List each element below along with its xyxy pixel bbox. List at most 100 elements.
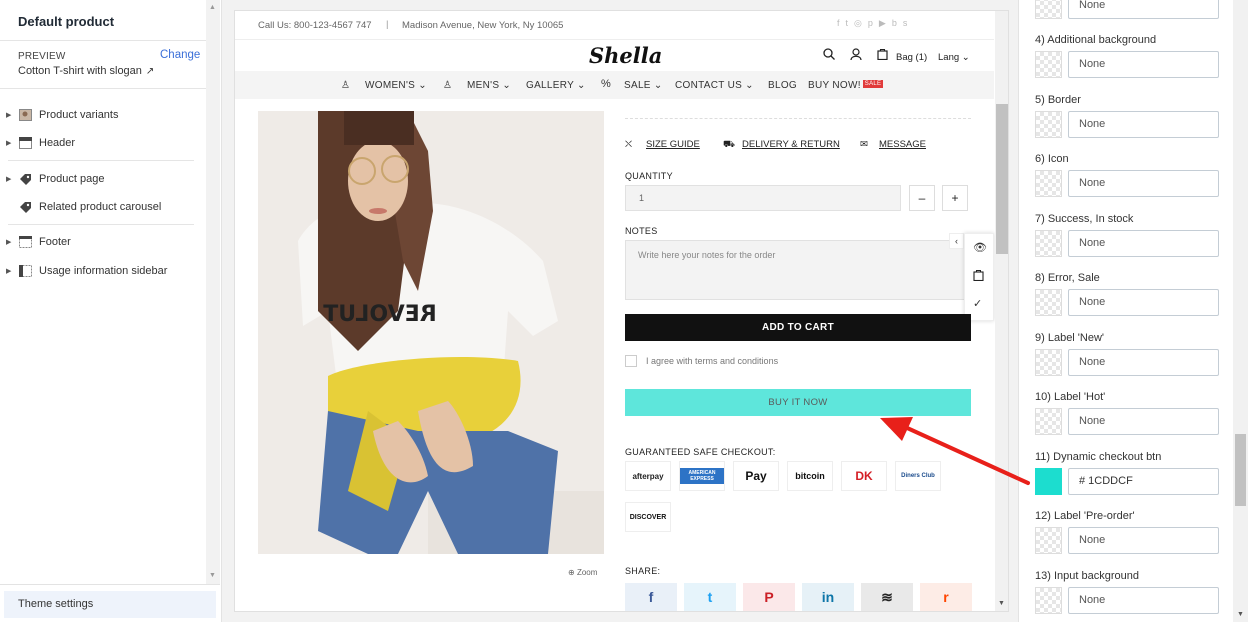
nav-item-contact-us[interactable]: CONTACT US ⌄ (675, 80, 754, 91)
sidebar-item-related-product-carousel[interactable]: Related product carousel (0, 197, 200, 217)
caret-right-icon[interactable]: ▶ (6, 139, 16, 147)
store-logo[interactable]: Shella (589, 43, 662, 68)
notes-textarea[interactable]: Write here your notes for the order (625, 240, 971, 300)
color-swatch[interactable] (1035, 111, 1062, 138)
terms-checkbox-row[interactable]: I agree with terms and conditions (625, 355, 778, 367)
share-twitter-button[interactable]: t (684, 583, 736, 611)
sidebar-item-product-variants[interactable]: ▶ Product variants (0, 105, 200, 125)
behance-icon[interactable]: b (892, 18, 897, 29)
color-swatch[interactable] (1035, 408, 1062, 435)
external-link-icon[interactable]: ↗ (146, 66, 154, 77)
nav-item-gallery[interactable]: GALLERY ⌄ (526, 80, 586, 91)
sidebar-item-header[interactable]: ▶ Header (0, 133, 200, 153)
quantity-minus-button[interactable]: – (909, 185, 935, 211)
sidebar-item-product-page[interactable]: ▶ Product page (0, 169, 200, 189)
setting-label: 6) Icon (1035, 153, 1069, 165)
quantity-label: QUANTITY (625, 171, 673, 181)
caret-right-icon[interactable]: ▶ (6, 238, 16, 246)
color-swatch[interactable] (1035, 349, 1062, 376)
nav-item-buy-now[interactable]: BUY NOW! SALE (808, 80, 884, 91)
nav-item-mens[interactable]: MEN'S ⌄ (467, 80, 511, 91)
twitter-icon[interactable]: t (846, 18, 849, 29)
color-input[interactable]: None (1068, 527, 1219, 554)
preview-scrollbar[interactable]: ▼ (995, 11, 1008, 611)
tag-icon (18, 173, 32, 185)
nav-item-blog[interactable]: BLOG (768, 80, 797, 91)
instagram-icon[interactable]: ◎ (854, 18, 862, 29)
preview-product-name: Cotton T-shirt with slogan (18, 65, 142, 77)
buy-it-now-button[interactable]: BUY IT NOW (625, 389, 971, 416)
chevron-left-icon[interactable]: ‹ (949, 233, 964, 249)
amex-icon-text: AMERICAN EXPRESS (680, 468, 724, 484)
bag-count[interactable]: Bag (1) (896, 52, 927, 63)
nav-item-womens[interactable]: WOMEN'S ⌄ (365, 80, 427, 91)
color-swatch[interactable] (1035, 0, 1062, 19)
delivery-return-link[interactable]: DELIVERY & RETURN (742, 139, 840, 150)
product-image[interactable]: REVOLUT (258, 111, 604, 554)
quantity-input[interactable]: 1 (625, 185, 901, 211)
account-icon[interactable] (850, 48, 862, 63)
store-header: Shella Bag (1) Lang ⌄ (235, 39, 994, 71)
color-swatch[interactable] (1035, 527, 1062, 554)
preview-scrollbar-thumb[interactable] (996, 104, 1008, 254)
scroll-down-icon[interactable]: ▼ (209, 572, 216, 579)
share-pinterest-button[interactable]: P (743, 583, 795, 611)
add-to-cart-button[interactable]: ADD TO CART (625, 314, 971, 341)
scroll-up-icon[interactable]: ▲ (209, 4, 216, 11)
language-dropdown[interactable]: Lang ⌄ (938, 52, 970, 63)
share-linkedin-button[interactable]: in (802, 583, 854, 611)
quantity-plus-button[interactable]: + (942, 185, 968, 211)
terms-checkbox[interactable] (625, 355, 637, 367)
color-input[interactable]: None (1068, 111, 1219, 138)
scroll-down-icon[interactable]: ▼ (998, 600, 1005, 607)
nav-item-sale[interactable]: SALE ⌄ (624, 80, 663, 91)
color-swatch[interactable] (1035, 468, 1062, 495)
theme-settings-button[interactable]: Theme settings (4, 591, 216, 618)
color-swatch[interactable] (1035, 289, 1062, 316)
color-swatch[interactable] (1035, 230, 1062, 257)
caret-right-icon[interactable]: ▶ (6, 175, 16, 183)
notes-label: NOTES (625, 226, 658, 236)
panel-scrollbar-thumb[interactable] (1235, 434, 1246, 506)
bag-icon[interactable] (973, 269, 984, 284)
pinterest-icon[interactable]: p (868, 18, 873, 29)
scroll-down-icon[interactable]: ▼ (1237, 611, 1244, 618)
sidebar-item-footer[interactable]: ▶ Footer (0, 232, 200, 252)
color-input[interactable]: None (1068, 0, 1219, 19)
youtube-icon[interactable]: ▶ (879, 18, 886, 29)
sidebar-item-label: Header (39, 137, 76, 149)
size-guide-link[interactable]: SIZE GUIDE (646, 139, 700, 150)
panel-scrollbar[interactable]: ▼ (1233, 0, 1248, 622)
color-swatch[interactable] (1035, 587, 1062, 614)
color-swatch[interactable] (1035, 51, 1062, 78)
color-swatch[interactable] (1035, 170, 1062, 197)
sidebar-item-usage-information-sidebar[interactable]: ▶ Usage information sidebar (0, 261, 200, 281)
color-input[interactable]: None (1068, 587, 1219, 614)
share-facebook-button[interactable]: f (625, 583, 677, 611)
search-icon[interactable] (823, 48, 835, 63)
color-input[interactable]: None (1068, 51, 1219, 78)
change-link[interactable]: Change (160, 49, 200, 61)
color-input[interactable]: None (1068, 170, 1219, 197)
caret-right-icon[interactable]: ▶ (6, 267, 16, 275)
facebook-icon[interactable]: f (837, 18, 840, 29)
message-icon: ✉ (860, 139, 868, 150)
bag-icon[interactable] (877, 48, 888, 63)
skype-icon[interactable]: s (903, 18, 908, 29)
share-reddit-button[interactable]: r (920, 583, 972, 611)
color-input[interactable]: None (1068, 230, 1219, 257)
nav-item-buy-now-label: BUY NOW! (808, 80, 861, 91)
share-buffer-button[interactable]: ≋ (861, 583, 913, 611)
zoom-button[interactable]: ⊕ Zoom (568, 568, 597, 577)
message-link[interactable]: MESSAGE (879, 139, 926, 150)
caret-right-icon[interactable]: ▶ (6, 111, 16, 119)
color-input[interactable]: None (1068, 289, 1219, 316)
color-input[interactable]: None (1068, 408, 1219, 435)
sidebar-scrollbar[interactable]: ▲ ▼ (206, 0, 220, 585)
color-input[interactable]: # 1CDDCF (1068, 468, 1219, 495)
preview-label: PREVIEW (18, 51, 66, 62)
check-icon[interactable]: ✓ (973, 297, 982, 310)
eye-icon[interactable]: 👁 (973, 241, 987, 254)
preview-product[interactable]: Cotton T-shirt with slogan ↗ (18, 65, 154, 77)
color-input[interactable]: None (1068, 349, 1219, 376)
